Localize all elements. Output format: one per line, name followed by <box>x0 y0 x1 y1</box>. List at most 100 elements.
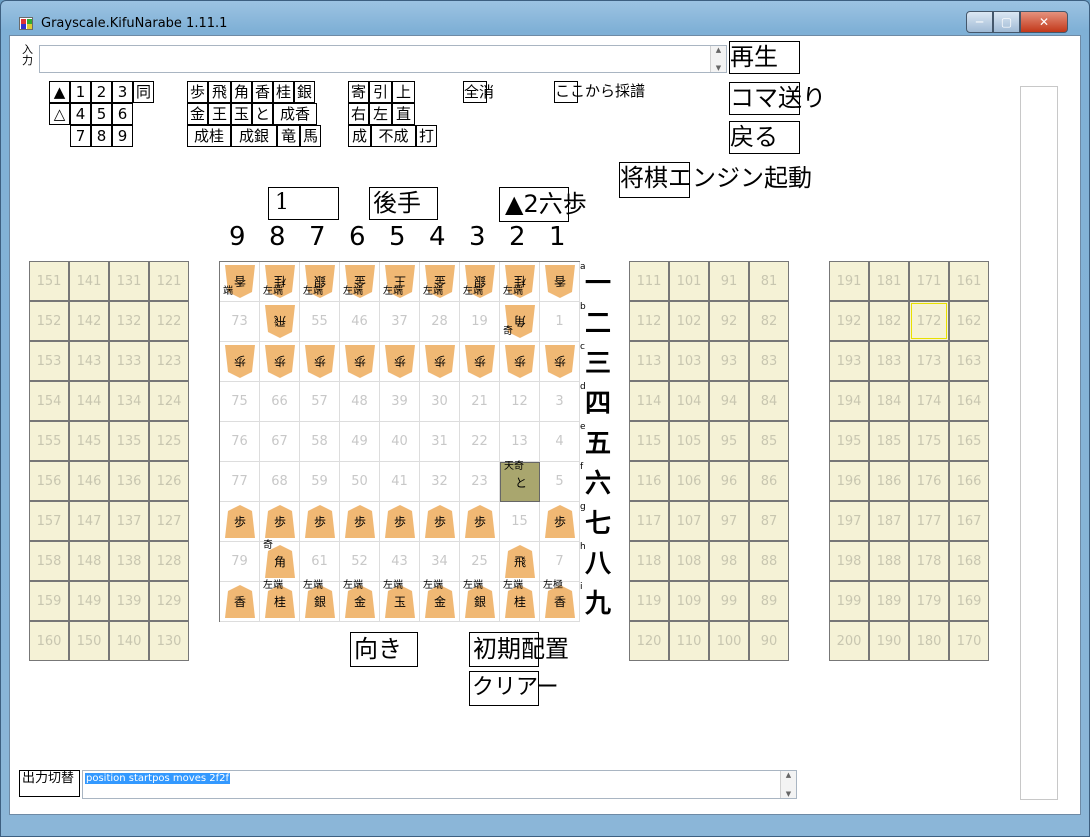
stand-square[interactable]: 87 <box>749 501 789 541</box>
digit-button[interactable]: 3 <box>112 81 133 103</box>
stand-square[interactable]: 86 <box>749 461 789 501</box>
board-square[interactable]: 75 <box>220 382 260 422</box>
stand-square[interactable]: 187 <box>869 501 909 541</box>
move-modifier-button[interactable]: 上 <box>392 81 415 103</box>
shogi-piece[interactable]: 歩 <box>425 345 455 378</box>
stand-square[interactable]: 112 <box>629 301 669 341</box>
stand-square[interactable]: 119 <box>629 581 669 621</box>
shogi-piece[interactable]: 歩 <box>265 505 295 538</box>
shogi-piece[interactable]: 歩 <box>385 345 415 378</box>
stand-square[interactable]: 191 <box>829 261 869 301</box>
board-square[interactable]: 歩 <box>540 342 580 382</box>
stand-square[interactable]: 168 <box>949 541 989 581</box>
clear-button[interactable]: クリアー <box>469 671 559 706</box>
stand-square[interactable]: 194 <box>829 381 869 421</box>
stand-square[interactable]: 137 <box>109 501 149 541</box>
orientation-button[interactable]: 向き <box>350 632 418 667</box>
board-square[interactable]: 43 <box>380 542 420 582</box>
board-square[interactable]: 角奇 <box>260 541 300 582</box>
board-square[interactable]: 67 <box>260 422 300 462</box>
board-square[interactable]: 歩 <box>260 342 300 382</box>
title-bar[interactable]: Grayscale.KifuNarabe 1.11.1 ─ ▢ ✕ <box>1 1 1089 35</box>
digit-button[interactable]: 2 <box>91 81 112 103</box>
board-square[interactable]: 3 <box>540 382 580 422</box>
board-square[interactable]: 22 <box>460 422 500 462</box>
stand-square[interactable]: 166 <box>949 461 989 501</box>
side-to-move[interactable]: 後手 <box>369 187 438 220</box>
board-square[interactable]: 桂左端 <box>260 262 300 302</box>
shogi-piece[interactable]: と 天奇 <box>504 462 536 499</box>
shogi-piece[interactable]: 歩 <box>465 505 495 538</box>
stand-square[interactable]: 109 <box>669 581 709 621</box>
shogi-piece[interactable]: 角奇 <box>503 305 535 338</box>
board-square[interactable]: 31 <box>420 422 460 462</box>
stand-square[interactable]: 175 <box>909 421 949 461</box>
shogi-piece[interactable]: 歩 <box>345 505 375 538</box>
stand-square[interactable]: 114 <box>629 381 669 421</box>
engine-start-button[interactable]: 将棋エンジン起動 <box>619 162 812 198</box>
board-square[interactable]: 34 <box>420 542 460 582</box>
shogi-piece[interactable]: 香端 <box>223 265 255 298</box>
stand-square[interactable]: 167 <box>949 501 989 541</box>
record-from-here-button[interactable]: ここから採譜 <box>554 81 645 103</box>
board-square[interactable]: 41 <box>380 462 420 502</box>
board-square[interactable]: 香 <box>540 262 580 302</box>
piece-type-button[interactable]: 銀 <box>294 81 315 103</box>
board-square[interactable]: 桂左端 <box>500 581 540 622</box>
shogi-piece[interactable]: 歩 <box>265 345 295 378</box>
stand-square[interactable]: 127 <box>149 501 189 541</box>
board-square[interactable]: 76 <box>220 422 260 462</box>
move-modifier-button[interactable]: 寄 <box>348 81 369 103</box>
stand-square[interactable]: 161 <box>949 261 989 301</box>
stand-square[interactable]: 104 <box>669 381 709 421</box>
board-square[interactable]: 32 <box>420 462 460 502</box>
stand-square[interactable]: 131 <box>109 261 149 301</box>
output-toggle-button[interactable]: 出力切替 <box>19 770 80 797</box>
board-square[interactable]: 77 <box>220 462 260 502</box>
digit-button[interactable]: 4 <box>70 103 91 125</box>
stand-square[interactable]: 101 <box>669 261 709 301</box>
digit-button[interactable]: 5 <box>91 103 112 125</box>
stand-square[interactable]: 135 <box>109 421 149 461</box>
board-square[interactable]: 歩 <box>540 502 580 542</box>
board-square[interactable]: 13 <box>500 422 540 462</box>
stand-square[interactable]: 126 <box>149 461 189 501</box>
digit-button[interactable]: 8 <box>91 125 112 147</box>
stand-square[interactable]: 172 <box>909 301 949 341</box>
stand-square[interactable]: 147 <box>69 501 109 541</box>
stand-square[interactable]: 130 <box>149 621 189 661</box>
shogi-piece[interactable]: 桂 左端 <box>503 581 535 618</box>
shogi-piece[interactable]: 金左端 <box>423 265 455 298</box>
shogi-piece[interactable]: 歩 <box>545 505 575 538</box>
move-modifier-button[interactable]: 左 <box>369 103 392 125</box>
move-number-field[interactable]: 1 <box>268 187 339 220</box>
stand-square[interactable]: 149 <box>69 581 109 621</box>
digit-button[interactable]: 6 <box>112 103 133 125</box>
stand-square[interactable]: 132 <box>109 301 149 341</box>
stand-square[interactable]: 128 <box>149 541 189 581</box>
stand-square[interactable]: 151 <box>29 261 69 301</box>
stand-square[interactable]: 169 <box>949 581 989 621</box>
shogi-piece[interactable]: 歩 <box>305 345 335 378</box>
board-square[interactable]: 68 <box>260 462 300 502</box>
shogi-piece[interactable]: 歩 <box>345 345 375 378</box>
piece-type-button[interactable]: 飛 <box>208 81 231 103</box>
stand-square[interactable]: 160 <box>29 621 69 661</box>
board-square[interactable]: と 天奇 <box>500 462 540 502</box>
board-square[interactable]: 4 <box>540 422 580 462</box>
board-square[interactable]: 銀左端 <box>460 262 500 302</box>
piece-type-button[interactable]: 王 <box>208 103 231 125</box>
initial-setup-button[interactable]: 初期配置 <box>469 632 569 667</box>
board-square[interactable]: 銀左端 <box>300 262 340 302</box>
move-modifier-button[interactable]: 右 <box>348 103 369 125</box>
board-square[interactable]: 73 <box>220 302 260 342</box>
stand-square[interactable]: 94 <box>709 381 749 421</box>
stand-square[interactable]: 195 <box>829 421 869 461</box>
board-square[interactable]: 歩 <box>500 342 540 382</box>
board-square[interactable]: 57 <box>300 382 340 422</box>
board-square[interactable]: 48 <box>340 382 380 422</box>
stand-square[interactable]: 200 <box>829 621 869 661</box>
move-modifier-button[interactable]: 引 <box>369 81 392 103</box>
stand-square[interactable]: 193 <box>829 341 869 381</box>
board-square[interactable]: 39 <box>380 382 420 422</box>
